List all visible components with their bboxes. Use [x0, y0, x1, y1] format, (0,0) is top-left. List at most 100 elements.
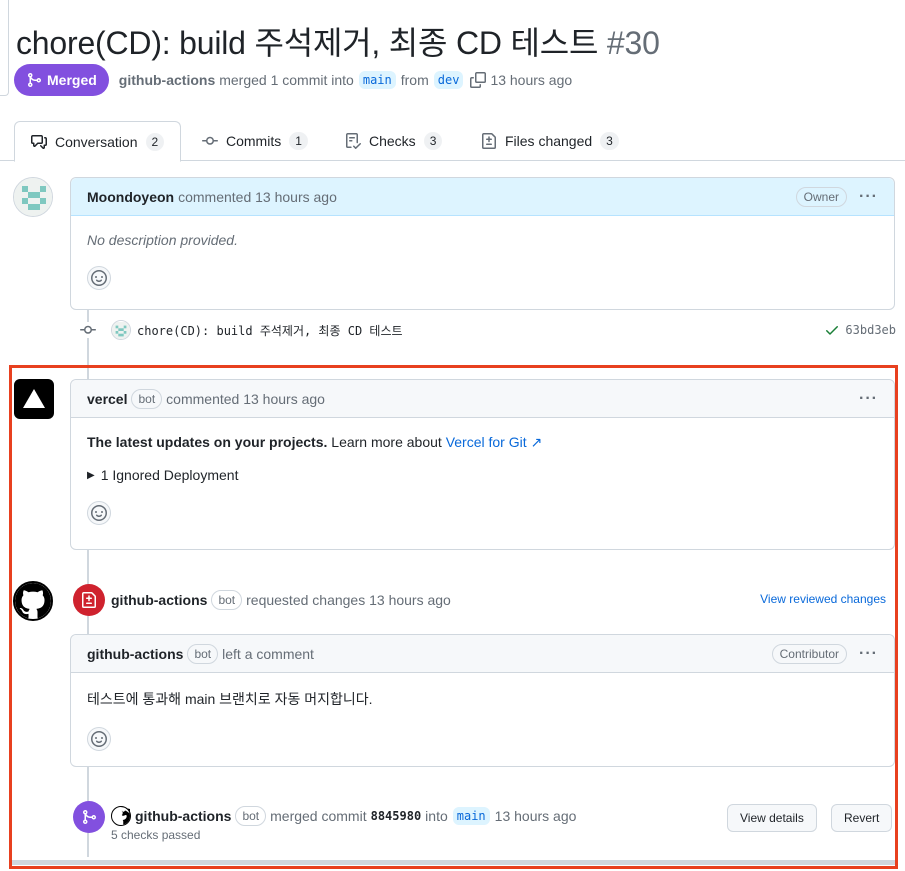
checklist-icon	[346, 133, 361, 149]
bot-label: bot	[211, 590, 243, 610]
comment-action: left a comment	[222, 645, 314, 662]
checks-status[interactable]: 5 checks passed	[111, 828, 200, 842]
comment-text: The latest updates on your projects. Lea…	[87, 434, 878, 451]
merge-branch[interactable]: main	[452, 807, 490, 825]
kebab-horizontal-icon[interactable]: ···	[859, 645, 878, 662]
head-branch[interactable]: dev	[433, 71, 464, 89]
tab-commits-count: 1	[289, 132, 308, 150]
state-label: Merged	[47, 72, 97, 88]
tab-conversation-label: Conversation	[55, 133, 138, 150]
comment-box: Moondoyeon commented 13 hours ago Owner …	[70, 177, 895, 310]
commit-message-link[interactable]: chore(CD): build 주석제거, 최종 CD 테스트	[137, 322, 403, 339]
check-icon[interactable]	[824, 322, 840, 338]
tab-checks[interactable]: Checks 3	[329, 121, 458, 161]
comment-body: No description provided.	[71, 216, 894, 306]
pr-time: 13 hours ago	[490, 72, 573, 88]
comment-author[interactable]: vercel	[87, 391, 127, 407]
smiley-icon	[91, 731, 107, 747]
comment-box: github-actions bot left a comment Contri…	[70, 634, 895, 767]
view-reviewed-changes-link[interactable]: View reviewed changes	[760, 592, 886, 606]
from-text: from	[400, 72, 429, 88]
comment-author[interactable]: github-actions	[87, 646, 183, 662]
git-merge-icon	[28, 73, 42, 87]
review-badge	[73, 584, 105, 616]
avatar[interactable]	[111, 806, 131, 826]
avatar[interactable]	[13, 581, 53, 621]
comment-body: 테스트에 통과해 main 브랜치로 자동 머지합니다.	[71, 673, 894, 767]
merged-badge	[73, 801, 105, 833]
merge-author[interactable]: github-actions	[135, 808, 231, 824]
merge-action: merged commit	[270, 808, 367, 824]
comment-text: No description provided.	[87, 232, 238, 248]
details-label: 1 Ignored Deployment	[100, 467, 239, 483]
merge-time: 13 hours ago	[494, 808, 577, 824]
identicon-icon	[14, 178, 52, 216]
tab-commits-label: Commits	[226, 133, 282, 149]
tab-files-changed[interactable]: Files changed 3	[465, 121, 635, 161]
tab-files-label: Files changed	[505, 133, 593, 149]
commit-sha-link[interactable]: 63bd3eb	[845, 323, 896, 337]
comment-action: commented 13 hours ago	[166, 390, 325, 407]
file-diff-icon	[82, 592, 96, 608]
tab-conversation-count: 2	[145, 132, 165, 151]
add-reaction-button[interactable]	[87, 727, 111, 751]
merge-event: github-actions bot merged commit 8845980…	[111, 805, 576, 827]
add-reaction-button[interactable]	[87, 501, 111, 525]
commit-status: 63bd3eb	[824, 322, 896, 338]
merge-commit-sha[interactable]: 8845980	[371, 809, 422, 823]
triangle-right-icon: ▶	[87, 469, 95, 481]
left-edge-panel	[0, 0, 9, 96]
comment-text-bold: The latest updates on your projects.	[87, 434, 328, 450]
merge-author-link[interactable]: github-actions	[119, 72, 215, 88]
review-event: github-actions bot requested changes 13 …	[111, 590, 451, 610]
github-logo-icon	[15, 583, 51, 619]
comment-author[interactable]: Moondoyeon	[87, 189, 174, 205]
file-diff-icon	[482, 133, 496, 149]
details-summary[interactable]: ▶ 1 Ignored Deployment	[87, 467, 878, 483]
avatar[interactable]	[14, 379, 54, 419]
git-merge-icon	[83, 810, 97, 824]
git-commit-icon	[80, 322, 96, 338]
kebab-horizontal-icon[interactable]: ···	[859, 390, 878, 407]
view-details-button[interactable]: View details	[727, 804, 817, 832]
review-author[interactable]: github-actions	[111, 592, 207, 608]
avatar[interactable]	[13, 177, 53, 217]
comment-header: github-actions bot left a comment Contri…	[71, 635, 894, 673]
pr-title-text: chore(CD): build 주석제거, 최종 CD 테스트	[16, 25, 599, 61]
timeline-commit: chore(CD): build 주석제거, 최종 CD 테스트 63bd3eb	[80, 320, 896, 340]
kebab-horizontal-icon[interactable]: ···	[859, 188, 878, 205]
smiley-icon	[91, 505, 107, 521]
bot-label: bot	[131, 388, 163, 409]
comment-text: 테스트에 통과해 main 브랜치로 자동 머지합니다.	[87, 691, 373, 707]
comment-header: Moondoyeon commented 13 hours ago Owner …	[71, 178, 894, 216]
tab-files-count: 3	[600, 132, 619, 150]
comment-discussion-icon	[31, 134, 47, 149]
tab-checks-count: 3	[423, 132, 443, 150]
role-label: Contributor	[771, 643, 848, 664]
comment-box: vercel bot commented 13 hours ago ··· Th…	[70, 379, 895, 550]
vercel-logo-icon	[23, 389, 45, 408]
bot-label: bot	[187, 643, 219, 664]
identicon-icon	[112, 322, 130, 339]
merge-into: into	[425, 808, 448, 824]
add-reaction-button[interactable]	[87, 266, 111, 290]
avatar[interactable]	[111, 320, 131, 340]
tab-conversation[interactable]: Conversation 2	[14, 121, 182, 162]
copy-icon[interactable]	[470, 72, 487, 88]
comment-text-plain: Learn more about	[327, 434, 446, 450]
vercel-for-git-link[interactable]: Vercel for Git ↗	[446, 434, 543, 450]
revert-button[interactable]: Revert	[831, 804, 893, 832]
comment-action: commented 13 hours ago	[178, 188, 337, 205]
smiley-icon	[91, 270, 107, 286]
comment-body: The latest updates on your projects. Lea…	[71, 418, 894, 541]
role-label: Owner	[795, 186, 848, 207]
comment-header: vercel bot commented 13 hours ago ···	[71, 380, 894, 418]
git-commit-icon	[202, 136, 218, 145]
pr-tabs: Conversation 2 Commits 1 Checks 3 Files …	[0, 121, 905, 162]
pr-title: chore(CD): build 주석제거, 최종 CD 테스트 #30	[16, 18, 660, 64]
timeline-divider	[12, 860, 895, 865]
base-branch[interactable]: main	[358, 71, 396, 89]
tab-checks-label: Checks	[369, 133, 416, 149]
pr-number: #30	[606, 25, 660, 61]
tab-commits[interactable]: Commits 1	[186, 121, 324, 161]
